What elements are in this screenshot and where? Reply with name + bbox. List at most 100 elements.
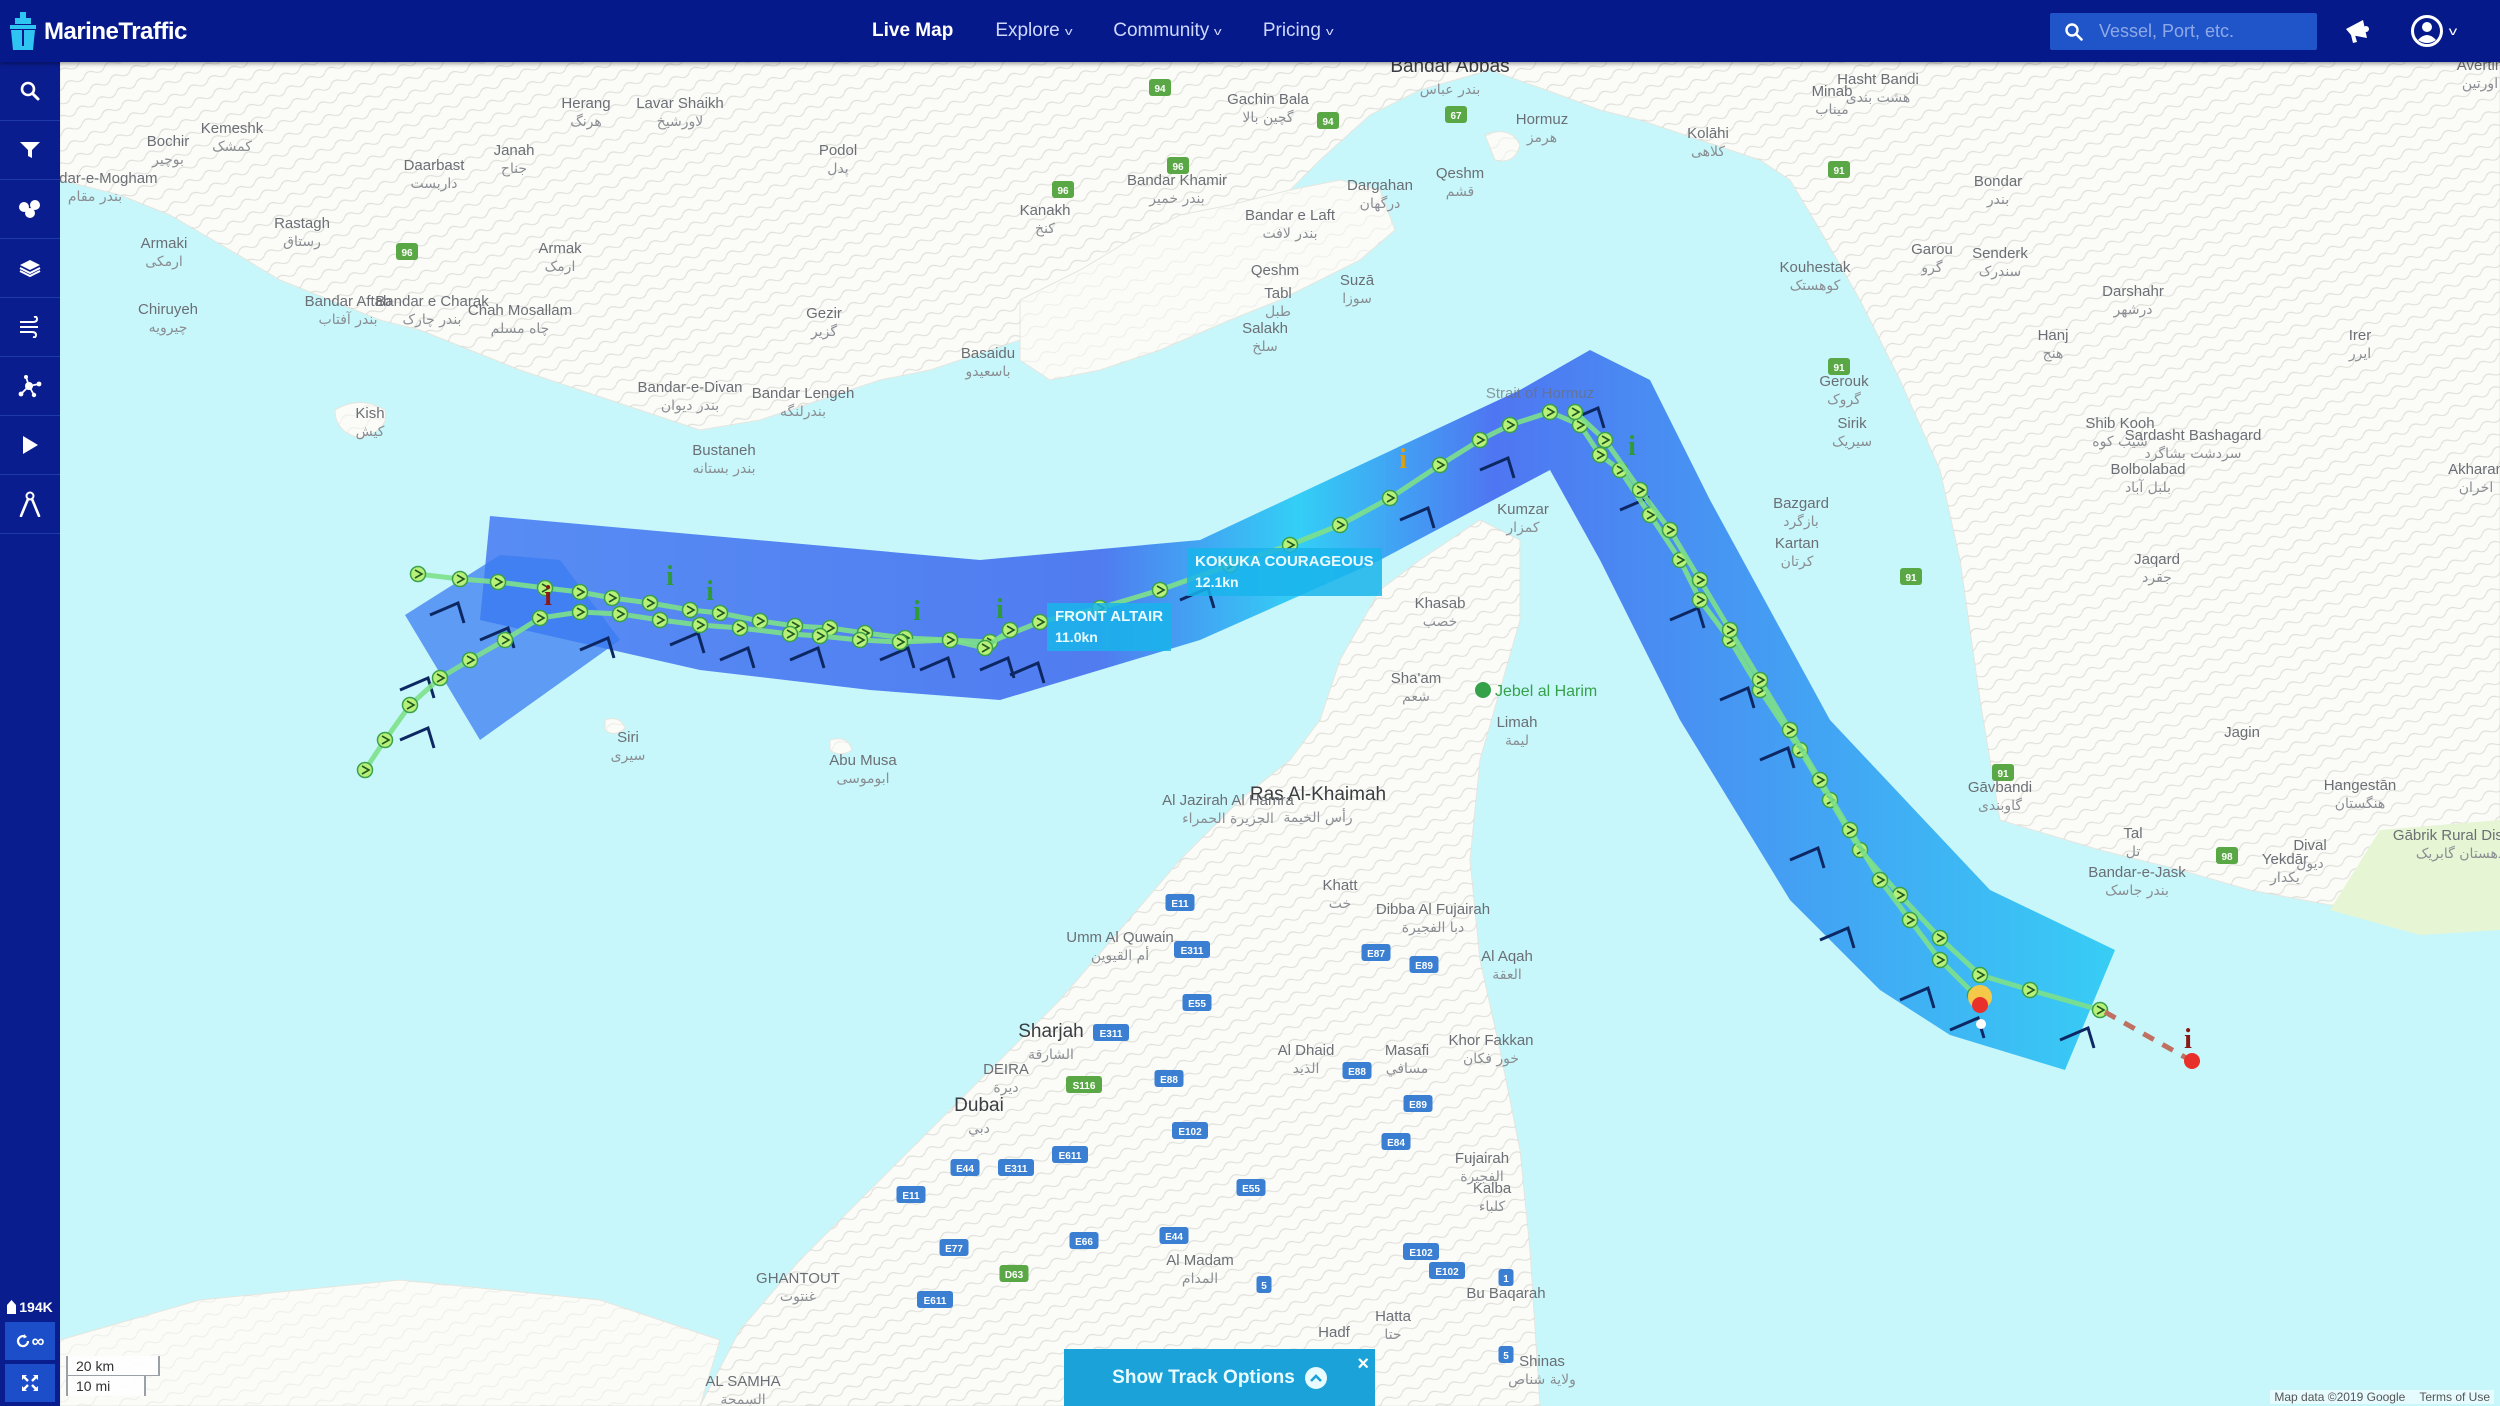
main-nav: Live Map Explore v Community v Pricing v bbox=[872, 0, 1374, 62]
place-name: Al Jazirah Al Hamra bbox=[1162, 792, 1294, 809]
place-name: Chah Mosallam bbox=[468, 302, 572, 319]
vessel-label-front-altair[interactable]: FRONT ALTAIR 11.0kn bbox=[1047, 603, 1172, 651]
show-track-options-button[interactable]: Show Track Options × bbox=[1064, 1349, 1375, 1406]
place-name-arabic: لاورشیخ bbox=[657, 114, 704, 130]
track-time-button[interactable]: ∞ bbox=[5, 1322, 55, 1360]
place-name: Dival bbox=[2293, 837, 2326, 854]
place-name-arabic: ارمک bbox=[545, 259, 576, 275]
sidebar-item-layers[interactable] bbox=[0, 239, 60, 298]
search-box bbox=[2050, 13, 2317, 50]
track-point bbox=[571, 603, 589, 621]
track-point bbox=[1151, 581, 1169, 599]
logo[interactable]: MarineTraffic bbox=[8, 10, 187, 54]
sidebar-item-measure[interactable] bbox=[0, 475, 60, 534]
info-icon: i bbox=[666, 561, 674, 592]
place-name: Hangestān bbox=[2324, 777, 2397, 794]
place-name: Siri bbox=[617, 729, 639, 746]
road-shield: E311 bbox=[1174, 941, 1210, 958]
place-name: Daarbast bbox=[404, 157, 466, 174]
road-number: E11 bbox=[902, 1191, 920, 1202]
nav-explore[interactable]: Explore v bbox=[995, 20, 1073, 42]
place-name: Hormuz bbox=[1516, 111, 1569, 128]
track-point bbox=[781, 625, 799, 643]
place-name-arabic: ارمکی bbox=[145, 254, 183, 270]
place-name-arabic: اورتین bbox=[2462, 76, 2498, 92]
place-name-arabic: گرو bbox=[1920, 259, 1942, 276]
search-input[interactable] bbox=[2097, 20, 2301, 43]
sidebar-item-weather[interactable] bbox=[0, 298, 60, 357]
place-label: Strait of Hormuz bbox=[1486, 385, 1594, 402]
road-number: E55 bbox=[1242, 1184, 1260, 1195]
place-name: Senderk bbox=[1972, 245, 2028, 262]
place-name-arabic: السمحة bbox=[720, 1392, 765, 1406]
nav-community[interactable]: Community v bbox=[1113, 20, 1222, 42]
live-map[interactable]: 9494969696679191919198E11E311E55E311S116… bbox=[0, 0, 2500, 1406]
track-options-label: Show Track Options bbox=[1112, 1366, 1295, 1388]
sidebar-item-fleets[interactable] bbox=[0, 180, 60, 239]
nav-pricing[interactable]: Pricing v bbox=[1263, 20, 1334, 42]
sidebar-item-density[interactable] bbox=[0, 357, 60, 416]
place-name: AL SAMHA bbox=[705, 1373, 780, 1390]
place-name-arabic: بندر لافت bbox=[1262, 226, 1317, 242]
place-name-arabic: ولاية شناص bbox=[1508, 1372, 1576, 1388]
chevron-down-icon: v bbox=[1064, 26, 1073, 38]
announcements-button[interactable] bbox=[2343, 16, 2373, 51]
place-name: Bandar-e-Divan bbox=[637, 379, 742, 396]
vessel-label-kokuka-courageous[interactable]: KOKUKA COURAGEOUS 12.1kn bbox=[1187, 548, 1382, 596]
terms-link[interactable]: Terms of Use bbox=[2419, 1390, 2490, 1404]
sidebar-item-filters[interactable] bbox=[0, 121, 60, 180]
place-name: Masafi bbox=[1385, 1042, 1429, 1059]
place-name: Armaki bbox=[141, 235, 188, 252]
chevron-down-icon: v bbox=[1325, 26, 1334, 38]
place-name-arabic: پدل bbox=[827, 161, 849, 177]
place-name-arabic: دبا الفجيرة bbox=[1402, 920, 1464, 936]
sidebar-item-playback[interactable] bbox=[0, 416, 60, 475]
track-point bbox=[603, 589, 621, 607]
place-name-arabic: سلخ bbox=[1252, 339, 1277, 355]
road-shield: 67 bbox=[1445, 106, 1467, 123]
road-number: E11 bbox=[1171, 899, 1189, 910]
track-point bbox=[1691, 591, 1709, 609]
user-circle-icon bbox=[2411, 15, 2443, 47]
place-name: Rastagh bbox=[274, 215, 330, 232]
place-name: Herang bbox=[561, 95, 610, 112]
place-name: Bandar-e-Jask bbox=[2088, 864, 2186, 881]
last-position-marker bbox=[2184, 1053, 2200, 1069]
track-point bbox=[1931, 929, 1949, 947]
place-name: Sirik bbox=[1837, 415, 1867, 432]
vessel-count: 194K bbox=[0, 1296, 60, 1318]
place-name-arabic: داربست bbox=[410, 176, 457, 192]
place-name-arabic: الشارقة bbox=[1028, 1047, 1074, 1063]
info-icon: i bbox=[2184, 1024, 2192, 1055]
track-point bbox=[731, 619, 749, 637]
place-name: Kalba bbox=[1473, 1180, 1512, 1197]
place-name-arabic: درشهر bbox=[2113, 302, 2153, 318]
nav-live-map[interactable]: Live Map bbox=[872, 20, 953, 42]
info-icon: i bbox=[544, 581, 552, 612]
place-name-arabic: أم القيوين bbox=[1091, 946, 1149, 964]
road-number: E311 bbox=[1100, 1029, 1123, 1040]
sidebar-item-search[interactable] bbox=[0, 62, 60, 121]
road-number: E66 bbox=[1075, 1237, 1093, 1248]
track-point bbox=[1566, 403, 1584, 421]
account-menu[interactable]: v bbox=[2410, 14, 2457, 48]
place-name: Kanakh bbox=[1020, 202, 1071, 219]
play-icon bbox=[23, 436, 38, 454]
filter-icon bbox=[20, 142, 40, 158]
place-name-arabic: قشم bbox=[1446, 184, 1475, 200]
track-point bbox=[376, 731, 394, 749]
place-name: Kolāhi bbox=[1687, 125, 1729, 142]
track-point bbox=[976, 639, 994, 657]
road-number: E77 bbox=[945, 1244, 963, 1255]
place-name: Bochir bbox=[147, 133, 190, 150]
road-number: 96 bbox=[1057, 186, 1069, 197]
vessel-count-value: 194K bbox=[19, 1299, 53, 1315]
place-name-arabic: سیریک bbox=[1832, 434, 1872, 450]
track-point bbox=[691, 616, 709, 634]
close-track-options-button[interactable]: × bbox=[1357, 1353, 1369, 1376]
road-shield: E77 bbox=[939, 1239, 969, 1256]
place-name: Bandar Lengeh bbox=[752, 385, 855, 402]
road-shield: E89 bbox=[1403, 1095, 1433, 1112]
fullscreen-button[interactable] bbox=[5, 1364, 55, 1402]
place-name: Suzā bbox=[1340, 272, 1375, 289]
